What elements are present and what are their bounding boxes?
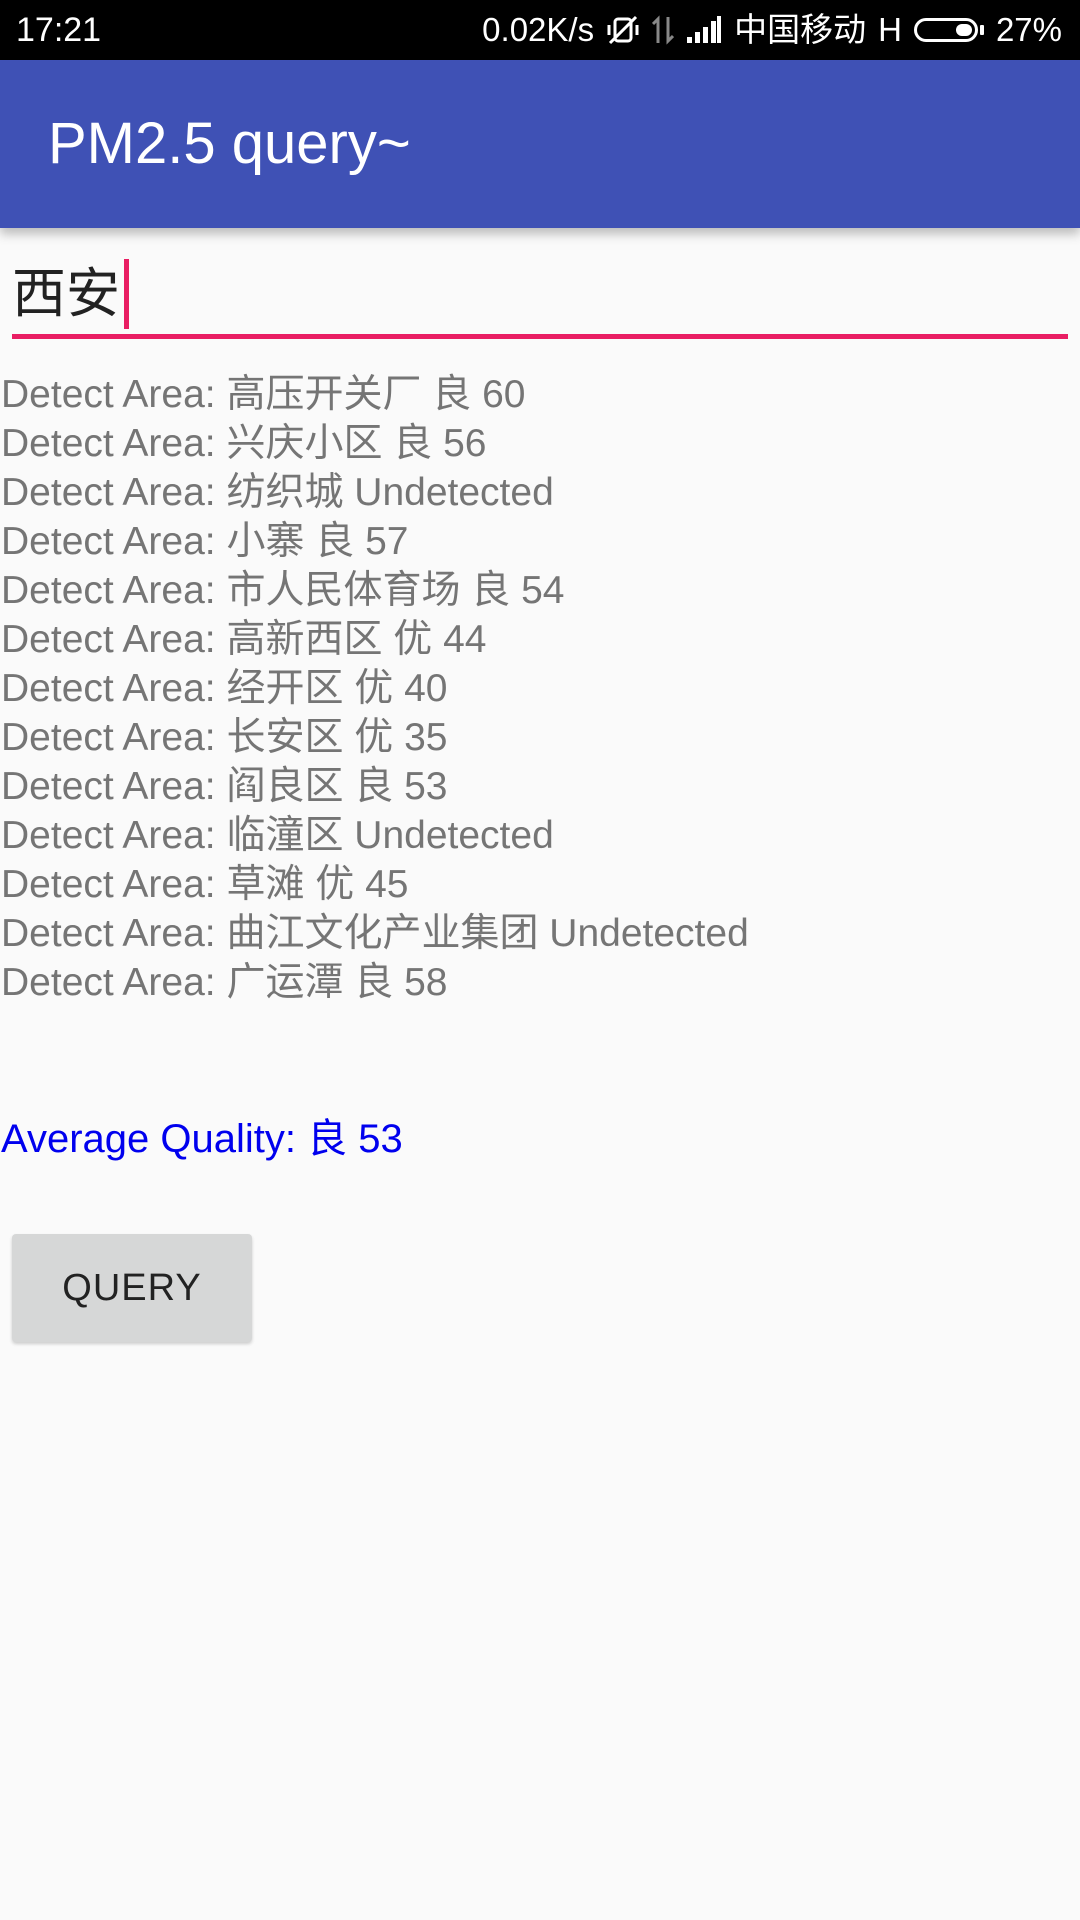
results-list: Detect Area: 高压开关厂 良 60 Detect Area: 兴庆小… bbox=[1, 370, 1071, 1007]
network-speed: 0.02K/s bbox=[482, 11, 595, 48]
query-button[interactable]: QUERY bbox=[12, 1234, 252, 1342]
city-input[interactable]: 西安 bbox=[12, 256, 1068, 340]
text-cursor bbox=[124, 259, 129, 329]
city-input-value: 西安 bbox=[12, 262, 120, 325]
list-item: Detect Area: 小寨 良 57 bbox=[1, 520, 409, 563]
status-bar: 17:21 0.02K/s 中国移动 H 27% bbox=[0, 0, 1080, 60]
list-item: Detect Area: 市人民体育场 良 54 bbox=[1, 569, 565, 612]
battery-icon bbox=[913, 18, 984, 42]
list-item: Detect Area: 高新西区 优 44 bbox=[1, 618, 487, 661]
list-item: Detect Area: 纺织城 Undetected bbox=[1, 471, 554, 514]
status-time: 17:21 bbox=[16, 11, 102, 49]
battery-percent: 27% bbox=[995, 11, 1062, 48]
network-type: H bbox=[878, 11, 902, 48]
input-underline bbox=[12, 334, 1068, 339]
list-item: Detect Area: 阎良区 良 53 bbox=[1, 765, 448, 808]
list-item: Detect Area: 草滩 优 45 bbox=[1, 863, 409, 906]
list-item: Detect Area: 临潼区 Undetected bbox=[1, 814, 554, 857]
list-item: Detect Area: 经开区 优 40 bbox=[1, 667, 448, 710]
average-quality: Average Quality: 良 53 bbox=[1, 1117, 403, 1161]
status-right-group: 0.02K/s 中国移动 H 27% bbox=[482, 8, 1062, 52]
app-title: PM2.5 query~ bbox=[48, 111, 411, 176]
list-item: Detect Area: 高压开关厂 良 60 bbox=[1, 373, 526, 416]
carrier-name: 中国移动 bbox=[734, 11, 867, 48]
list-item: Detect Area: 长安区 优 35 bbox=[1, 716, 448, 759]
signal-icon bbox=[686, 15, 722, 45]
city-input-field[interactable]: 西安 bbox=[12, 256, 129, 332]
app-bar: PM2.5 query~ bbox=[0, 60, 1080, 228]
vibrate-off-icon bbox=[606, 13, 640, 47]
list-item: Detect Area: 广运潭 良 58 bbox=[1, 961, 448, 1004]
list-item: Detect Area: 曲江文化产业集团 Undetected bbox=[1, 912, 749, 955]
data-arrows-icon bbox=[652, 13, 675, 47]
list-item: Detect Area: 兴庆小区 良 56 bbox=[1, 422, 487, 465]
